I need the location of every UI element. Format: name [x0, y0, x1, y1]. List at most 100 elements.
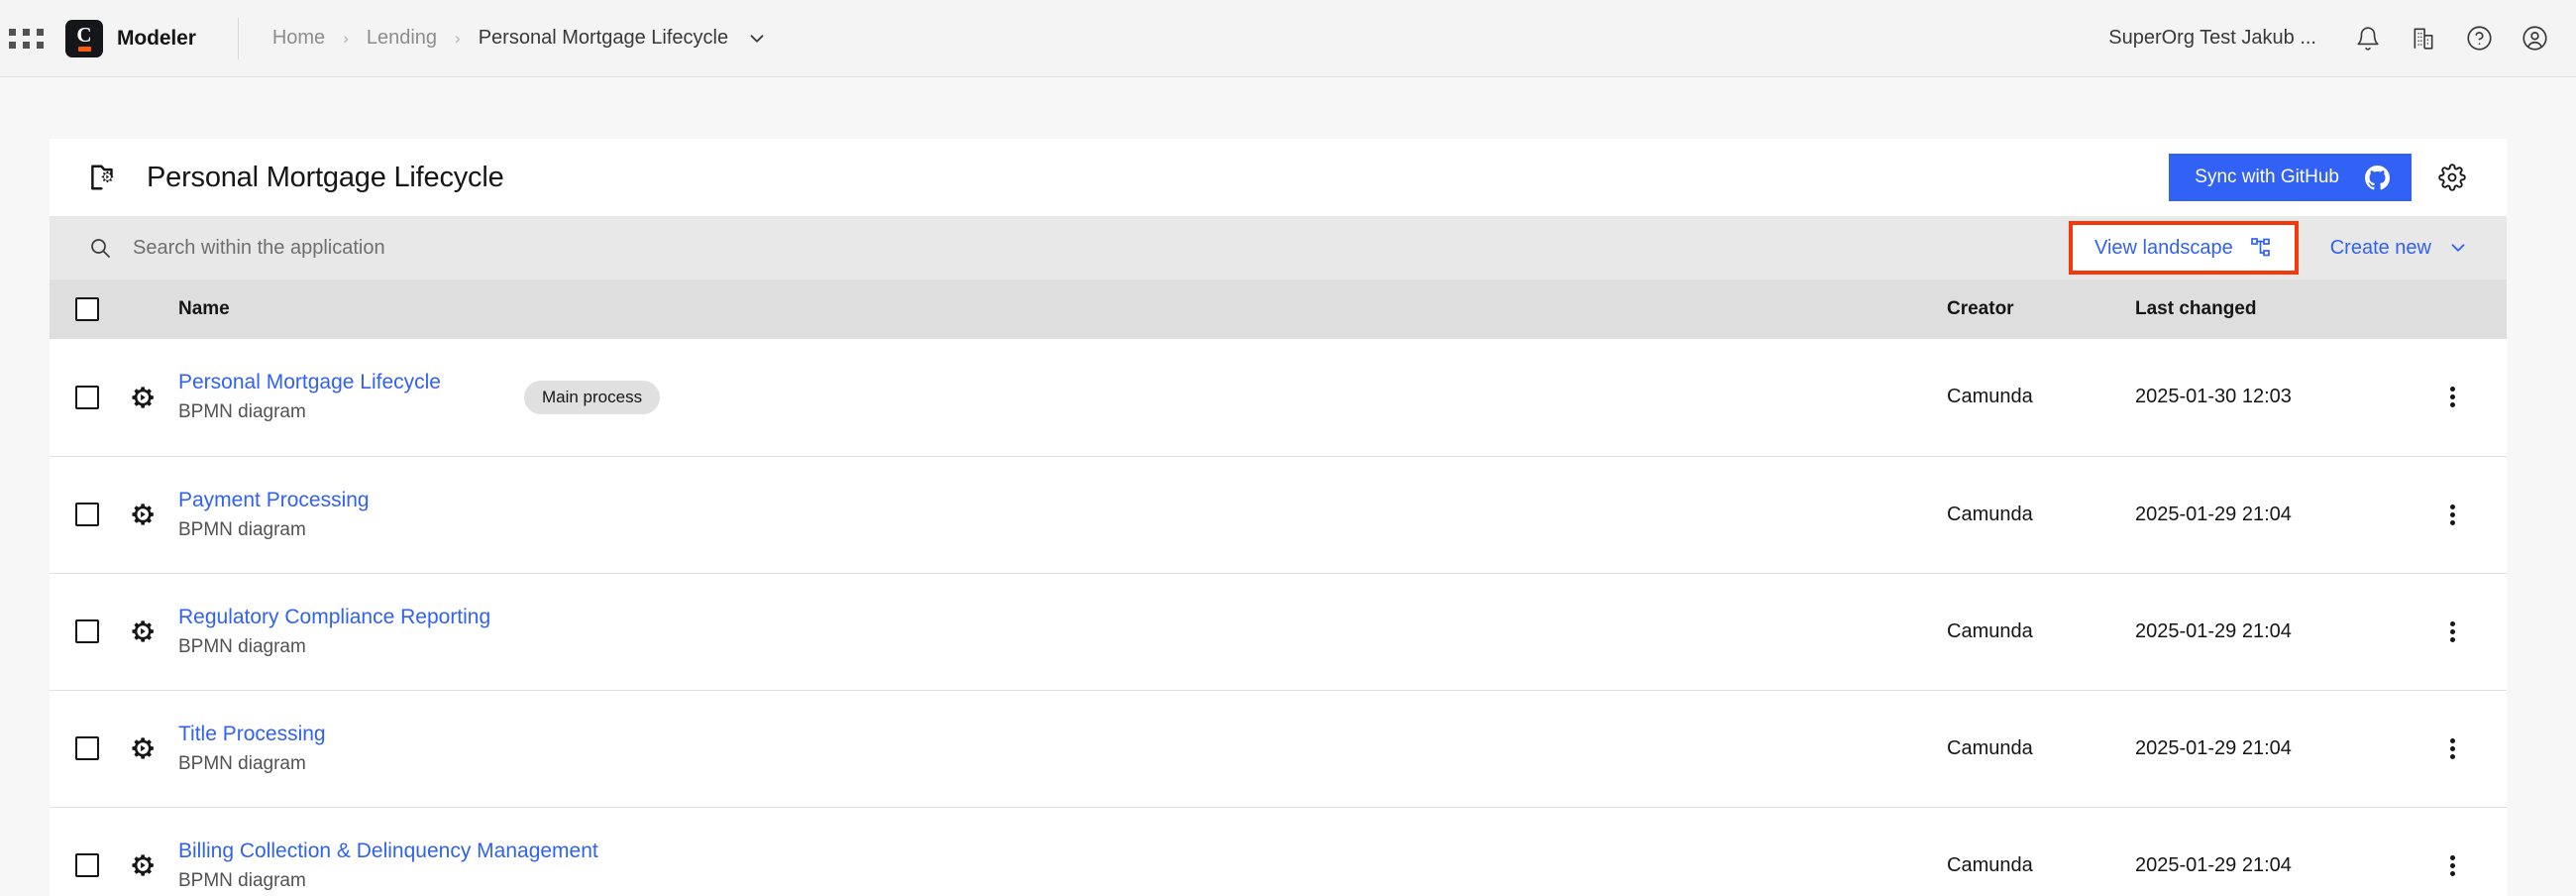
- application-title-group: Personal Mortgage Lifecycle: [89, 160, 504, 195]
- page-content: Personal Mortgage Lifecycle Sync with Gi…: [0, 77, 2576, 896]
- breadcrumb-separator-icon: ›: [455, 28, 461, 48]
- view-landscape-label: View landscape: [2093, 236, 2233, 259]
- sync-with-github-label: Sync with GitHub: [2195, 167, 2339, 187]
- bpmn-process-icon: [127, 383, 178, 412]
- breadcrumb-item-lending[interactable]: Lending: [363, 27, 441, 50]
- row-overflow-menu-icon[interactable]: [2398, 852, 2507, 879]
- table-header-row: Name Creator Last changed: [50, 280, 2507, 339]
- table-header: Name Creator Last changed: [50, 280, 2507, 339]
- select-all-cell: [50, 280, 127, 339]
- resource-tag-slot: Main process: [467, 380, 764, 414]
- row-name-cell: Personal Mortgage Lifecycle BPMN diagram…: [178, 339, 1947, 457]
- row-actions-cell: [2398, 339, 2507, 457]
- row-type-icon-cell: [127, 573, 178, 691]
- table-row[interactable]: Title Processing BPMN diagram Camunda 20…: [50, 690, 2507, 808]
- row-select-cell: [50, 339, 127, 457]
- row-overflow-menu-icon[interactable]: [2398, 502, 2507, 528]
- row-overflow-menu-icon[interactable]: [2398, 384, 2507, 410]
- chevron-down-icon: [2447, 237, 2469, 259]
- notification-bell-icon[interactable]: [2340, 11, 2396, 66]
- select-all-checkbox[interactable]: [75, 297, 99, 321]
- row-type-icon-cell: [127, 339, 178, 457]
- actions-column-header: [2398, 280, 2507, 339]
- resource-type-label: BPMN diagram: [178, 869, 306, 891]
- table-body: Personal Mortgage Lifecycle BPMN diagram…: [50, 339, 2507, 896]
- table-row[interactable]: Personal Mortgage Lifecycle BPMN diagram…: [50, 339, 2507, 457]
- search-input[interactable]: [117, 216, 2069, 280]
- breadcrumb-item-current[interactable]: Personal Mortgage Lifecycle: [475, 27, 732, 50]
- create-new-label: Create new: [2329, 236, 2431, 259]
- help-question-icon[interactable]: [2451, 11, 2507, 66]
- view-landscape-button[interactable]: View landscape: [2073, 222, 2295, 274]
- breadcrumb-item-home[interactable]: Home: [268, 27, 329, 50]
- bpmn-process-icon: [127, 733, 178, 763]
- search-icon: [83, 236, 117, 260]
- create-new-button[interactable]: Create new: [2307, 222, 2507, 274]
- row-creator-cell: Camunda: [1947, 339, 2135, 457]
- row-creator-cell: Camunda: [1947, 456, 2135, 574]
- row-creator-cell: Camunda: [1947, 690, 2135, 808]
- github-icon: [2365, 165, 2390, 190]
- resource-name-link[interactable]: Regulatory Compliance Reporting: [178, 606, 490, 629]
- chevron-down-icon[interactable]: [746, 28, 768, 50]
- resource-name-link[interactable]: Personal Mortgage Lifecycle: [178, 371, 441, 394]
- breadcrumb: Home › Lending › Personal Mortgage Lifec…: [268, 27, 768, 50]
- table-row[interactable]: Payment Processing BPMN diagram Camunda …: [50, 456, 2507, 574]
- camunda-logo-icon: C: [65, 19, 103, 57]
- row-actions-cell: [2398, 456, 2507, 574]
- row-name-cell: Billing Collection & Delinquency Managem…: [178, 807, 1947, 896]
- row-select-cell: [50, 690, 127, 808]
- icon-column-header: [127, 280, 178, 339]
- table-row[interactable]: Billing Collection & Delinquency Managem…: [50, 807, 2507, 896]
- creator-column-header[interactable]: Creator: [1947, 280, 2135, 339]
- application-header-actions: Sync with GitHub: [2169, 154, 2475, 201]
- user-account-icon[interactable]: [2507, 11, 2562, 66]
- view-landscape-highlight: View landscape: [2068, 221, 2299, 275]
- sync-with-github-button[interactable]: Sync with GitHub: [2169, 154, 2412, 201]
- row-actions-cell: [2398, 690, 2507, 808]
- resource-type-label: BPMN diagram: [178, 401, 306, 423]
- row-checkbox[interactable]: [75, 853, 99, 877]
- application-card: Personal Mortgage Lifecycle Sync with Gi…: [50, 139, 2507, 896]
- row-overflow-menu-icon[interactable]: [2398, 735, 2507, 762]
- landscape-hierarchy-icon: [2249, 236, 2273, 260]
- row-last-changed-cell: 2025-01-29 21:04: [2135, 807, 2398, 896]
- last-changed-column-header[interactable]: Last changed: [2135, 280, 2398, 339]
- row-overflow-menu-icon[interactable]: [2398, 618, 2507, 645]
- bpmn-process-icon: [127, 500, 178, 529]
- nav-divider: [237, 17, 239, 59]
- organization-name[interactable]: SuperOrg Test Jakub ...: [2108, 27, 2316, 50]
- row-checkbox[interactable]: [75, 385, 99, 409]
- bpmn-process-icon: [127, 850, 178, 880]
- row-checkbox[interactable]: [75, 503, 99, 526]
- resource-type-label: BPMN diagram: [178, 518, 306, 540]
- brand[interactable]: C Modeler: [54, 19, 196, 57]
- toolbar-row: View landscape Create new: [50, 216, 2507, 280]
- name-column-header[interactable]: Name: [178, 280, 1947, 339]
- toolbar-actions: View landscape Create new: [2068, 221, 2507, 275]
- app-grid-icon[interactable]: [8, 21, 44, 56]
- table-row[interactable]: Regulatory Compliance Reporting BPMN dia…: [50, 573, 2507, 691]
- main-process-tag: Main process: [523, 380, 661, 414]
- resource-type-label: BPMN diagram: [178, 635, 306, 657]
- settings-gear-icon[interactable]: [2429, 155, 2475, 200]
- row-select-cell: [50, 807, 127, 896]
- resource-name-link[interactable]: Payment Processing: [178, 489, 370, 512]
- row-last-changed-cell: 2025-01-29 21:04: [2135, 573, 2398, 691]
- resource-name-link[interactable]: Billing Collection & Delinquency Managem…: [178, 840, 598, 863]
- row-checkbox[interactable]: [75, 619, 99, 643]
- row-last-changed-cell: 2025-01-29 21:04: [2135, 690, 2398, 808]
- organization-building-icon[interactable]: [2396, 11, 2451, 66]
- row-name-cell: Title Processing BPMN diagram: [178, 690, 1947, 808]
- row-checkbox[interactable]: [75, 736, 99, 760]
- resource-name-link[interactable]: Title Processing: [178, 723, 326, 746]
- bpmn-process-icon: [127, 616, 178, 646]
- row-creator-cell: Camunda: [1947, 573, 2135, 691]
- resource-type-label: BPMN diagram: [178, 752, 306, 774]
- row-name-cell: Payment Processing BPMN diagram: [178, 456, 1947, 574]
- row-last-changed-cell: 2025-01-30 12:03: [2135, 339, 2398, 457]
- breadcrumb-separator-icon: ›: [343, 28, 349, 48]
- topnav-right-group: SuperOrg Test Jakub ...: [2108, 11, 2576, 66]
- brand-name: Modeler: [117, 26, 196, 50]
- row-name-cell: Regulatory Compliance Reporting BPMN dia…: [178, 573, 1947, 691]
